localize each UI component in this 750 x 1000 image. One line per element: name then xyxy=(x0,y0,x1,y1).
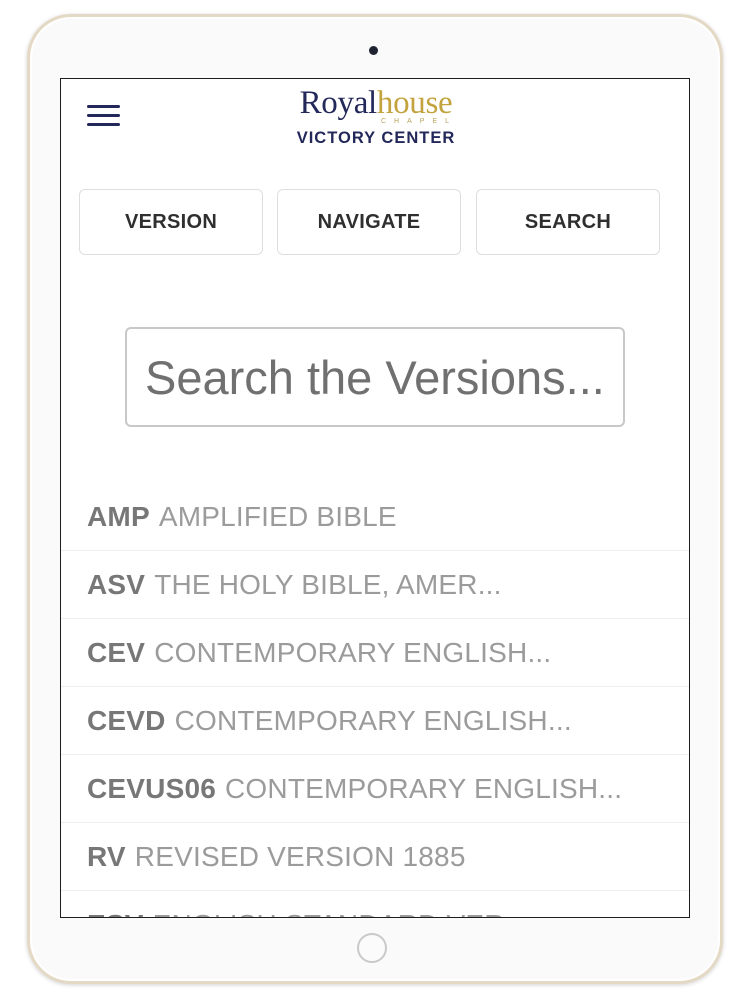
logo-subtitle: VICTORY CENTER xyxy=(296,129,456,147)
version-name: THE HOLY BIBLE, AMER... xyxy=(154,568,502,600)
version-name: ENGLISH STANDARD VER... xyxy=(153,909,529,918)
version-item-esv[interactable]: ESV ENGLISH STANDARD VER... xyxy=(61,891,689,918)
search-versions-input[interactable] xyxy=(125,327,625,427)
version-item-cevd[interactable]: CEVD CONTEMPORARY ENGLISH... xyxy=(61,687,689,755)
version-name: CONTEMPORARY ENGLISH... xyxy=(174,704,572,736)
tab-bar: VERSION NAVIGATE SEARCH xyxy=(79,189,663,257)
version-abbr: ESV xyxy=(87,909,144,918)
logo-chapel: CHAPEL xyxy=(381,118,458,125)
version-name: CONTEMPORARY ENGLISH... xyxy=(225,772,623,804)
version-abbr: CEV xyxy=(87,636,146,668)
version-abbr: ASV xyxy=(87,568,146,600)
version-name: REVISED VERSION 1885 xyxy=(134,840,466,872)
camera-dot xyxy=(369,46,378,55)
logo-royal: Royal xyxy=(299,85,378,121)
version-item-cev[interactable]: CEV CONTEMPORARY ENGLISH... xyxy=(61,619,689,687)
hamburger-menu-icon[interactable] xyxy=(87,103,121,129)
brand-logo: Royalhouse CHAPEL VICTORY CENTER xyxy=(261,83,491,148)
version-abbr: AMP xyxy=(87,500,150,532)
tab-version[interactable]: VERSION xyxy=(79,189,263,255)
versions-list: AMP AMPLIFIED BIBLE ASV THE HOLY BIBLE, … xyxy=(61,483,689,918)
logo-house: house xyxy=(376,85,453,121)
version-item-rv[interactable]: RV REVISED VERSION 1885 xyxy=(61,823,689,891)
version-name: CONTEMPORARY ENGLISH... xyxy=(154,636,552,668)
version-name: AMPLIFIED BIBLE xyxy=(158,500,397,532)
tab-navigate[interactable]: NAVIGATE xyxy=(277,189,461,255)
version-item-asv[interactable]: ASV THE HOLY BIBLE, AMER... xyxy=(61,551,689,619)
version-abbr: CEVUS06 xyxy=(87,772,217,804)
version-item-cevus06[interactable]: CEVUS06 CONTEMPORARY ENGLISH... xyxy=(61,755,689,823)
version-item-amp[interactable]: AMP AMPLIFIED BIBLE xyxy=(61,483,689,551)
tab-search[interactable]: SEARCH xyxy=(476,189,660,255)
app-screen: Royalhouse CHAPEL VICTORY CENTER VERSION… xyxy=(60,78,690,918)
version-abbr: RV xyxy=(87,840,126,872)
logo-wordmark: Royalhouse xyxy=(261,83,491,123)
home-button[interactable] xyxy=(357,933,387,963)
version-abbr: CEVD xyxy=(87,704,166,736)
